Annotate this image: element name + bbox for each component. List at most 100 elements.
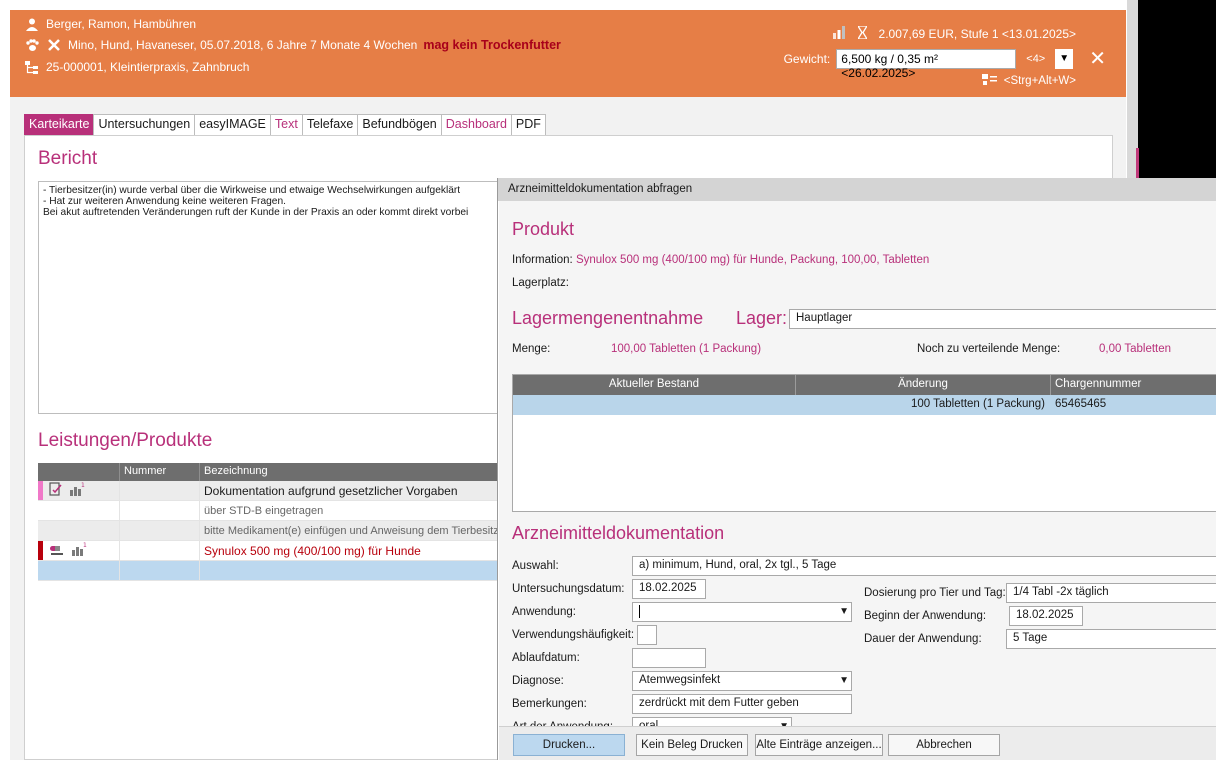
- row-icons: [38, 521, 120, 540]
- udatum-label: Untersuchungsdatum:: [512, 583, 625, 595]
- dialog-title[interactable]: Arzneimitteldokumentation abfragen: [498, 178, 1216, 201]
- weight-dropdown-button[interactable]: ▼: [1055, 48, 1074, 69]
- table-header: Nummer Bezeichnung: [38, 463, 498, 481]
- row-marker: [38, 481, 43, 500]
- tab-telefaxe[interactable]: Telefaxe: [301, 114, 359, 135]
- chevron-down-icon[interactable]: ▼: [839, 606, 849, 617]
- weight-select[interactable]: 6,500 kg / 0,35 m² <26.02.2025>: [836, 48, 1017, 80]
- udatum-field[interactable]: 18.02.2025: [632, 579, 706, 599]
- chevron-down-icon[interactable]: ▼: [839, 675, 849, 686]
- col-nummer[interactable]: Nummer: [120, 463, 200, 481]
- owner-name: Berger, Ramon, Hambühren: [46, 17, 197, 31]
- col-aenderung[interactable]: Änderung: [796, 375, 1051, 395]
- animal-line[interactable]: Mino, Hund, Havaneser, 05.07.2018, 6 Jah…: [24, 38, 561, 52]
- bemerk-label: Bemerkungen:: [512, 698, 587, 710]
- abbrechen-button[interactable]: Abbrechen: [888, 734, 1000, 756]
- patient-header: Berger, Ramon, Hambühren Mino, Hund, Hav…: [10, 10, 1126, 97]
- paw-icon: [24, 38, 40, 52]
- alte-eintraege-button[interactable]: Alte Einträge anzeigen...: [755, 734, 883, 756]
- cell-aenderung: 100 Tabletten (1 Packung): [910, 398, 1045, 410]
- row-number: [120, 481, 200, 500]
- table-header: Aktueller Bestand Änderung Chargennummer: [513, 375, 1216, 395]
- auswahl-select[interactable]: a) minimum, Hund, oral, 2x tgl., 5 Tage: [632, 556, 1216, 576]
- tab-bar: Karteikarte Untersuchungen easyIMAGE Tex…: [24, 114, 546, 135]
- tab-untersuchungen[interactable]: Untersuchungen: [93, 114, 196, 135]
- row-icons: 1: [38, 541, 120, 560]
- dialog-footer: Drucken... Kein Beleg Drucken Alte Eintr…: [499, 726, 1216, 760]
- col-charge[interactable]: Chargennummer: [1051, 375, 1216, 395]
- weight-row: Gewicht: 6,500 kg / 0,35 m² <26.02.2025>…: [784, 46, 1106, 80]
- balance-row: 2.007,69 EUR, Stufe 1 <13.01.2025>: [832, 25, 1076, 42]
- row-marker: [38, 541, 43, 560]
- lager-label: Lager:: [736, 308, 788, 328]
- vhaeufigkeit-field[interactable]: [637, 625, 657, 645]
- row-text: über STD-B eingetragen: [200, 501, 498, 520]
- anwendung-label: Anwendung:: [512, 606, 576, 618]
- weight-count-badge: <4>: [1026, 52, 1046, 65]
- lager-title: Lagermengenentnahme: [512, 308, 704, 328]
- medication-icon: [49, 542, 65, 559]
- ablauf-label: Ablaufdatum:: [512, 652, 580, 664]
- menge-label: Menge:: [512, 343, 551, 355]
- anwendung-select[interactable]: ▼: [632, 602, 852, 622]
- close-icon[interactable]: ✕: [1089, 46, 1106, 71]
- col-icons: [38, 463, 120, 481]
- tab-karteikarte[interactable]: Karteikarte: [24, 114, 95, 135]
- practice-line[interactable]: 25-000001, Kleintierpraxis, Zahnbruch: [24, 60, 249, 74]
- text-cursor: [639, 605, 640, 618]
- balance-text[interactable]: 2.007,69 EUR, Stufe 1 <13.01.2025>: [879, 27, 1076, 41]
- diagnose-value: Atemwegsinfekt: [639, 674, 721, 686]
- tab-befundboegen[interactable]: Befundbögen: [357, 114, 442, 135]
- row-text: bitte Medikament(e) einfügen und Anweisu…: [200, 521, 498, 540]
- row-icons: [38, 561, 120, 580]
- leistungen-title: Leistungen/Produkte: [38, 430, 213, 451]
- dauer-field[interactable]: 5 Tage: [1006, 629, 1216, 649]
- dosierung-field[interactable]: 1/4 Tabl -2x täglich: [1006, 583, 1216, 603]
- document-check-icon: [49, 482, 63, 499]
- drucken-button[interactable]: Drucken...: [513, 734, 625, 756]
- col-bestand[interactable]: Aktueller Bestand: [513, 375, 796, 395]
- tab-pdf[interactable]: PDF: [510, 114, 546, 135]
- tab-dashboard[interactable]: Dashboard: [440, 114, 512, 135]
- svg-text:1: 1: [83, 542, 87, 549]
- beginn-field[interactable]: 18.02.2025: [1009, 606, 1083, 626]
- row-text: Dokumentation aufgrund gesetzlicher Vorg…: [200, 481, 498, 500]
- tab-easyimage[interactable]: easyIMAGE: [194, 114, 271, 135]
- table-row[interactable]: bitte Medikament(e) einfügen und Anweisu…: [38, 521, 498, 541]
- info-label: Information:: [512, 254, 573, 266]
- leistungen-table: Nummer Bezeichnung 1 Dokumentation aufgr…: [38, 463, 498, 581]
- table-row[interactable]: 100 Tabletten (1 Packung) 65465465: [513, 395, 1216, 415]
- table-row[interactable]: 1 Dokumentation aufgrund gesetzlicher Vo…: [38, 481, 498, 501]
- lager-select[interactable]: Hauptlager: [789, 309, 1216, 329]
- table-row[interactable]: 1 Synulox 500 mg (400/100 mg) für Hunde: [38, 541, 498, 561]
- info-line: Information: Synulox 500 mg (400/100 mg)…: [512, 254, 929, 266]
- bericht-title: Bericht: [38, 148, 98, 169]
- row-number: [120, 521, 200, 540]
- cell-bestand: [513, 395, 796, 415]
- animal-warning: mag kein Trockenfutter: [423, 38, 561, 52]
- practice-info: 25-000001, Kleintierpraxis, Zahnbruch: [46, 60, 250, 74]
- dosierung-label: Dosierung pro Tier und Tag:: [864, 587, 1006, 599]
- table-row[interactable]: über STD-B eingetragen: [38, 501, 498, 521]
- auswahl-label: Auswahl:: [512, 560, 559, 572]
- row-number: [120, 501, 200, 520]
- owner-line[interactable]: Berger, Ramon, Hambühren: [24, 17, 196, 31]
- kein-beleg-button[interactable]: Kein Beleg Drucken: [636, 734, 748, 756]
- animal-info: Mino, Hund, Havaneser, 05.07.2018, 6 Jah…: [68, 38, 418, 52]
- diagnose-select[interactable]: Atemwegsinfekt ▼: [632, 671, 852, 691]
- tab-text[interactable]: Text: [269, 114, 303, 135]
- hourglass-icon[interactable]: [856, 25, 868, 42]
- menge-value: 100,00 Tabletten (1 Packung): [611, 343, 762, 355]
- doku-title: Arzneimitteldokumentation: [512, 523, 725, 543]
- chart-icon: 1: [69, 482, 85, 499]
- stock-table: Aktueller Bestand Änderung Chargennummer…: [512, 374, 1216, 512]
- bemerk-field[interactable]: zerdrückt mit dem Futter geben: [632, 694, 852, 714]
- edge-marker: [1136, 148, 1139, 178]
- ablauf-field[interactable]: [632, 648, 706, 668]
- col-bezeichnung[interactable]: Bezeichnung: [200, 463, 498, 481]
- bericht-textarea[interactable]: - Tierbesitzer(in) wurde verbal über die…: [38, 181, 508, 414]
- table-row-selected[interactable]: [38, 561, 498, 581]
- bar-chart-icon[interactable]: [832, 26, 846, 42]
- info-value: Synulox 500 mg (400/100 mg) für Hunde, P…: [575, 254, 930, 266]
- weight-edit-icon[interactable]: [981, 72, 998, 89]
